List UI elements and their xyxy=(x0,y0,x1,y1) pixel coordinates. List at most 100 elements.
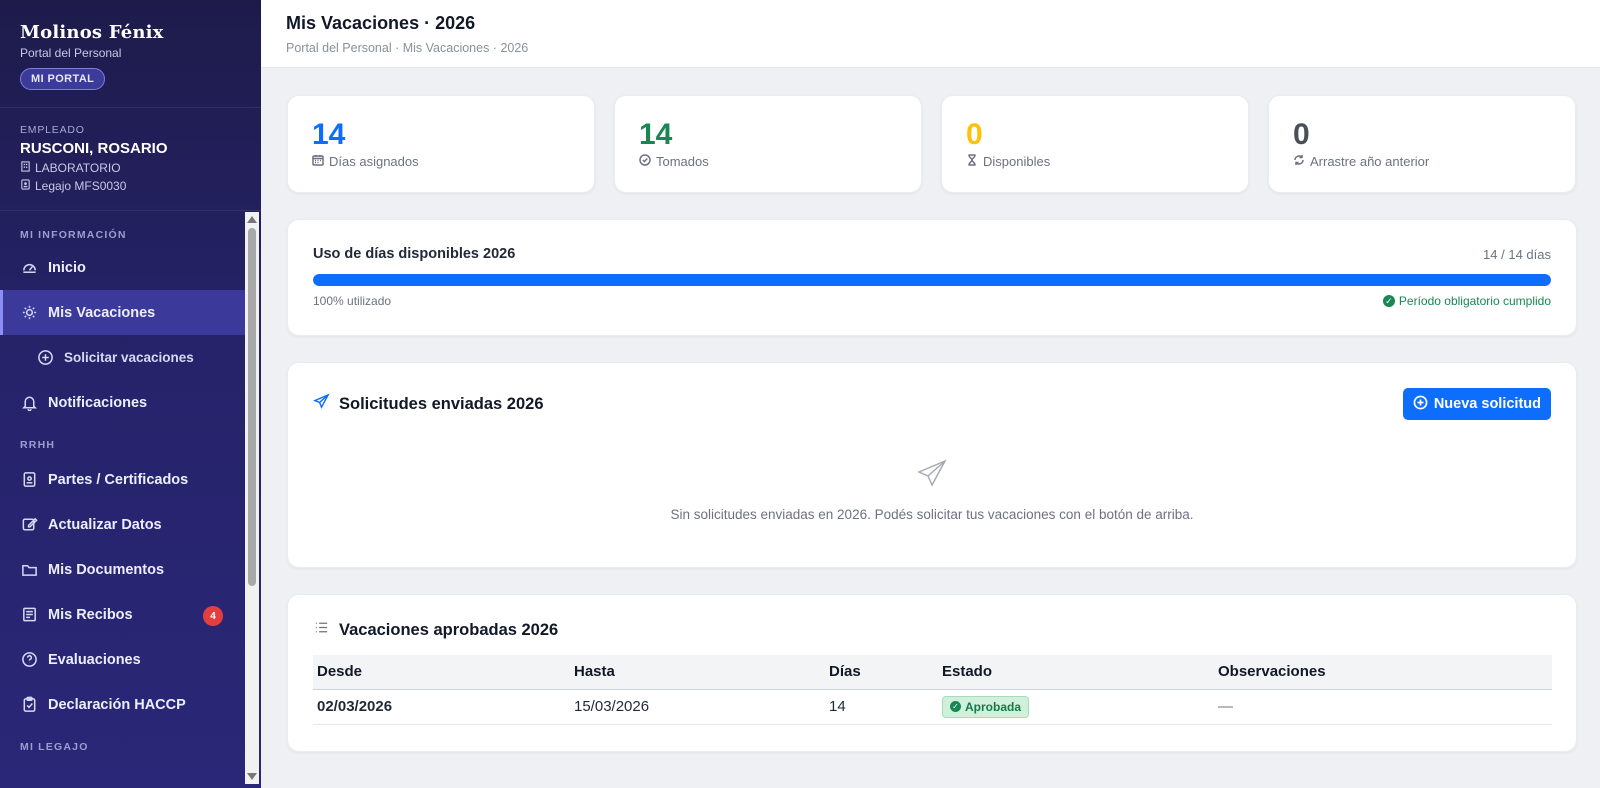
sidebar-item-mis-vacaciones[interactable]: Mis Vacaciones xyxy=(0,290,245,335)
stat-label-row: Días asignados xyxy=(312,154,570,169)
sidebar-item-solicitar-vacaciones[interactable]: Solicitar vacaciones xyxy=(0,335,245,380)
column-header: Desde xyxy=(313,655,570,690)
stat-card-tomados: 14 Tomados xyxy=(614,95,922,193)
requests-title-row: Solicitudes enviadas 2026 xyxy=(313,393,544,415)
new-request-button[interactable]: Nueva solicitud xyxy=(1402,388,1551,420)
brand: Molinos Fénix Portal del Personal MI POR… xyxy=(0,0,261,108)
status-label: Aprobada xyxy=(965,699,1022,714)
stat-label-row: Disponibles xyxy=(966,154,1224,169)
usage-status-label: Período obligatorio cumplido xyxy=(1398,294,1551,308)
sidebar-item-notificaciones[interactable]: Notificaciones xyxy=(0,380,245,425)
usage-days: 14 / 14 días xyxy=(1483,246,1551,262)
bell-icon xyxy=(20,394,38,412)
cell-dias: 14 xyxy=(825,689,938,725)
department-label: LABORATORIO xyxy=(35,161,121,175)
sidebar-item-mis-recibos[interactable]: Mis Recibos 4 xyxy=(0,592,245,637)
plus-circle-icon xyxy=(36,349,54,367)
usage-progress-fill xyxy=(313,274,1551,286)
refresh-icon xyxy=(1293,154,1305,169)
requests-title: Solicitudes enviadas 2026 xyxy=(339,394,544,413)
table-header-row: Desde Hasta Días Estado Observaciones xyxy=(313,655,1552,690)
sidebar-item-label: Actualizar Datos xyxy=(48,516,162,533)
requests-card: Solicitudes enviadas 2026 Nueva solicitu… xyxy=(287,362,1577,568)
portal-badge: MI PORTAL xyxy=(20,68,106,90)
brand-title: Molinos Fénix xyxy=(20,22,164,43)
sidebar-scrollbar[interactable] xyxy=(245,212,259,784)
sidebar-item-partes-certificados[interactable]: Partes / Certificados xyxy=(0,457,245,502)
scroll-up-arrow-icon[interactable] xyxy=(247,216,257,223)
employee-legajo: Legajo MFS0030 xyxy=(20,179,241,193)
sidebar-item-evaluaciones[interactable]: Evaluaciones xyxy=(0,637,245,682)
stat-label: Arrastre año anterior xyxy=(1310,154,1430,169)
section-mi-legajo: MI LEGAJO xyxy=(20,741,89,753)
sidebar-item-label: Mis Vacaciones xyxy=(48,304,156,321)
sidebar-item-declaracion-haccp[interactable]: Declaración HACCP xyxy=(0,682,245,727)
requests-empty-state: Sin solicitudes enviadas en 2026. Podés … xyxy=(313,458,1551,522)
receipt-icon xyxy=(20,606,38,624)
usage-status: ✓ Período obligatorio cumplido xyxy=(1382,294,1551,308)
question-circle-icon xyxy=(20,651,38,669)
stat-value: 0 xyxy=(1293,118,1310,151)
employee-name: RUSCONI, ROSARIO xyxy=(20,140,168,157)
check-circle-icon: ✓ xyxy=(950,701,961,712)
sidebar-item-label: Mis Recibos xyxy=(48,606,133,623)
edit-icon xyxy=(20,516,38,534)
approved-title-row: Vacaciones aprobadas 2026 xyxy=(313,619,1551,641)
sidebar-item-label: Evaluaciones xyxy=(48,651,141,668)
page-title: Mis Vacaciones · 2026 xyxy=(286,13,476,33)
cell-observaciones: — xyxy=(1214,689,1552,725)
check-circle-icon xyxy=(639,154,651,169)
scroll-down-arrow-icon[interactable] xyxy=(247,773,257,780)
column-header: Hasta xyxy=(570,655,825,690)
list-icon xyxy=(313,619,330,641)
usage-title: Uso de días disponibles 2026 xyxy=(313,246,516,262)
cell-desde: 02/03/2026 xyxy=(313,689,570,725)
stat-value: 14 xyxy=(639,118,673,151)
brand-subtitle: Portal del Personal xyxy=(20,46,122,60)
approved-card: Vacaciones aprobadas 2026 Desde Hasta Dí… xyxy=(287,594,1577,752)
sidebar-item-label: Notificaciones xyxy=(48,394,148,411)
sidebar-item-label: Inicio xyxy=(48,259,86,276)
speedometer-icon xyxy=(20,259,38,277)
check-circle-icon: ✓ xyxy=(1382,295,1395,307)
plus-circle-icon xyxy=(1413,395,1428,414)
recibos-count-badge: 4 xyxy=(203,606,223,626)
stat-label-row: Arrastre año anterior xyxy=(1293,154,1551,169)
stat-card-arrastre: 0 Arrastre año anterior xyxy=(1268,95,1576,193)
building-icon xyxy=(20,161,31,175)
sidebar-item-label: Declaración HACCP xyxy=(48,696,186,713)
sidebar: Molinos Fénix Portal del Personal MI POR… xyxy=(0,0,261,788)
approved-title: Vacaciones aprobadas 2026 xyxy=(339,620,559,639)
page-header: Mis Vacaciones · 2026 Portal del Persona… xyxy=(261,0,1600,68)
stat-value: 14 xyxy=(312,118,346,151)
scroll-thumb[interactable] xyxy=(248,228,256,586)
table-row: 02/03/2026 15/03/2026 14 ✓ Aprobada — xyxy=(313,689,1552,725)
status-badge: ✓ Aprobada xyxy=(942,695,1030,718)
calendar-icon xyxy=(312,154,324,169)
cell-hasta: 15/03/2026 xyxy=(570,689,825,725)
sidebar-item-actualizar-datos[interactable]: Actualizar Datos xyxy=(0,502,245,547)
stat-label: Tomados xyxy=(656,154,709,169)
send-icon xyxy=(916,459,948,494)
column-header: Estado xyxy=(938,655,1214,690)
column-header: Observaciones xyxy=(1214,655,1552,690)
stat-card-disponibles: 0 Disponibles xyxy=(941,95,1249,193)
sidebar-nav: MI INFORMACIÓN Inicio Mis Vacaciones Sol… xyxy=(0,211,261,788)
column-header: Días xyxy=(825,655,938,690)
stat-label: Días asignados xyxy=(329,154,419,169)
legajo-label: Legajo MFS0030 xyxy=(35,179,127,193)
approved-table: Desde Hasta Días Estado Observaciones 02… xyxy=(313,655,1552,725)
usage-card: Uso de días disponibles 2026 14 / 14 día… xyxy=(287,219,1577,336)
breadcrumb: Portal del Personal · Mis Vacaciones · 2… xyxy=(286,41,529,55)
sun-icon xyxy=(20,304,38,322)
employee-caption: EMPLEADO xyxy=(20,124,85,136)
folder-icon xyxy=(20,561,38,579)
sidebar-item-mis-documentos[interactable]: Mis Documentos xyxy=(0,547,245,592)
sidebar-item-inicio[interactable]: Inicio xyxy=(0,245,245,290)
usage-progress-bar xyxy=(313,274,1551,286)
sidebar-item-label: Partes / Certificados xyxy=(48,471,189,488)
stat-label: Disponibles xyxy=(983,154,1051,169)
usage-used-label: 100% utilizado xyxy=(313,294,392,308)
sidebar-item-label: Solicitar vacaciones xyxy=(64,350,194,365)
hourglass-icon xyxy=(966,154,978,169)
